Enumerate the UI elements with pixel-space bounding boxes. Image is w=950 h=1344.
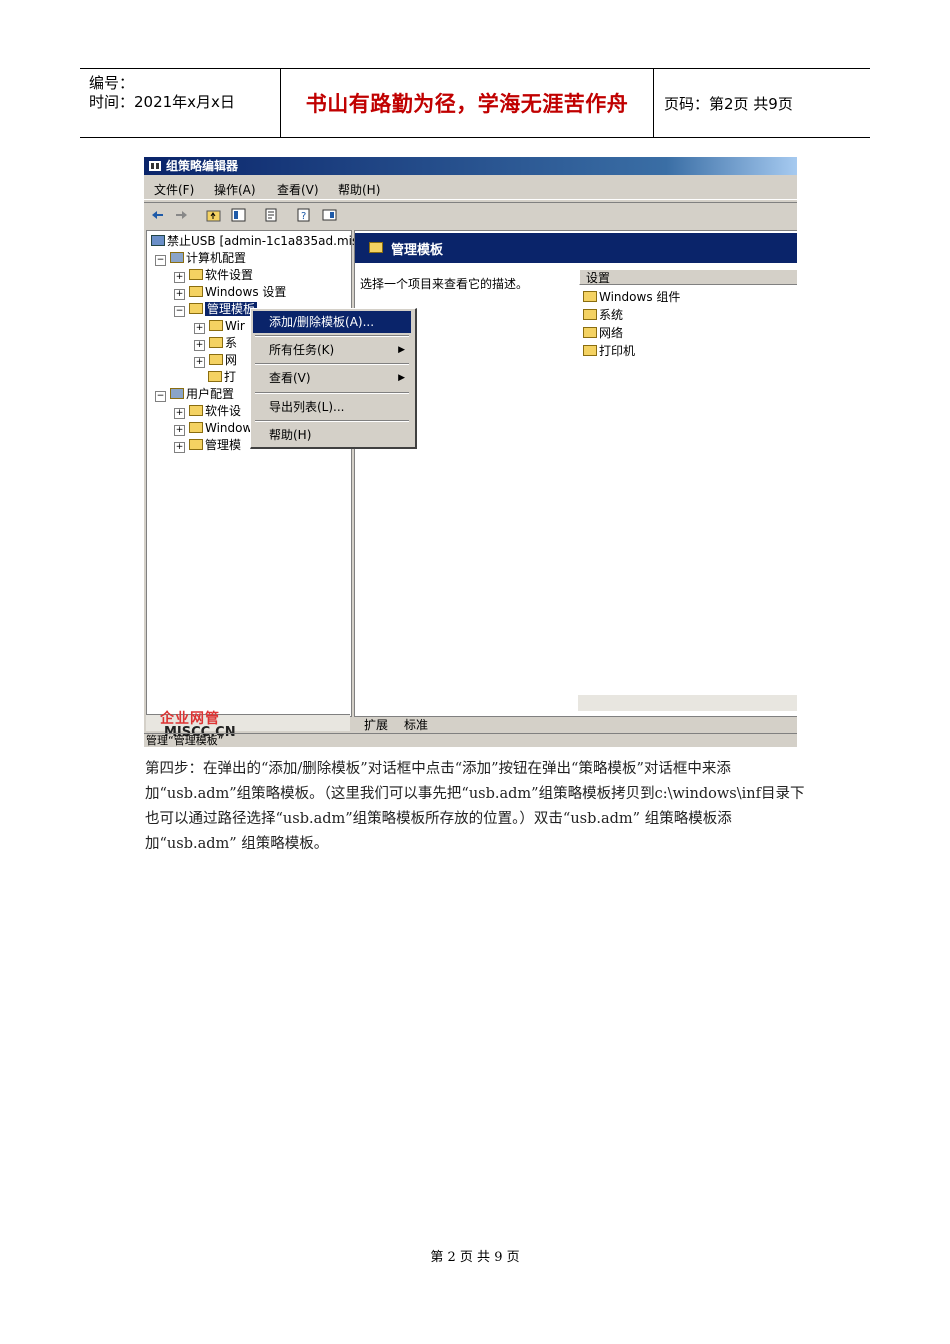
tree-user-admin[interactable]: + 管理模 <box>174 437 241 453</box>
menu-item-add-remove-templates[interactable]: 添加/删除模板(A)... <box>253 311 411 333</box>
policy-app-icon <box>149 161 161 171</box>
tree-windows-settings[interactable]: + Windows 设置 <box>174 284 286 300</box>
tree-computer-config[interactable]: − 计算机配置 <box>155 250 246 266</box>
tree-root[interactable]: 禁止USB [admin-1c1a835ad.mis <box>151 233 358 249</box>
folder-icon <box>189 405 203 416</box>
toolbar: ? <box>144 202 797 227</box>
collapse-icon[interactable]: − <box>155 255 166 266</box>
svg-text:?: ? <box>301 211 306 222</box>
list-item[interactable]: Windows 组件 <box>583 289 680 305</box>
folder-icon <box>583 291 597 302</box>
context-menu: 添加/删除模板(A)... 所有任务(K) ▶ 查看(V) ▶ 导出列表(L)...… <box>250 308 417 449</box>
tree-sub-windows[interactable]: + Wir <box>194 318 245 334</box>
menu-help[interactable]: 帮助(H) <box>338 181 380 198</box>
tab-standard[interactable]: 标准 <box>404 716 428 733</box>
user-icon <box>170 388 184 399</box>
menu-bar: 文件(F) 操作(A) 查看(V) 帮助(H) <box>144 177 797 200</box>
column-header-settings[interactable]: 设置 <box>579 269 797 285</box>
expand-icon[interactable]: + <box>174 289 185 300</box>
menu-item-help[interactable]: 帮助(H) <box>253 424 411 446</box>
expand-icon[interactable]: + <box>194 323 205 334</box>
folder-icon <box>209 337 223 348</box>
status-text: 管理“管理模板” <box>146 734 224 747</box>
console-tree: 禁止USB [admin-1c1a835ad.mis − 计算机配置 + 软件设置 … <box>146 230 358 717</box>
page-footer: 第 2 页 共 9 页 <box>430 1250 520 1265</box>
details-heading: 管理模板 <box>391 243 444 258</box>
menu-item-view[interactable]: 查看(V) ▶ <box>253 367 411 389</box>
menu-separator <box>255 420 409 422</box>
details-horizontal-scrollbar[interactable] <box>578 695 797 711</box>
properties-icon[interactable] <box>321 207 338 223</box>
open-folder-icon <box>189 303 203 314</box>
header-page-cell: 页码：第2页 共9页 <box>654 69 870 137</box>
policy-icon <box>151 235 165 246</box>
window-title: 组策略编辑器 <box>166 159 239 173</box>
tree-sub-network[interactable]: + 网 <box>194 352 237 368</box>
menu-item-export-list[interactable]: 导出列表(L)... <box>253 396 411 418</box>
tree-sub-system[interactable]: + 系 <box>194 335 237 351</box>
window-titlebar[interactable]: 组策略编辑器 <box>144 157 797 175</box>
status-bar: 管理“管理模板” <box>144 733 797 747</box>
tree-user-windows[interactable]: + Window <box>174 420 252 436</box>
view-tabs: 扩展 标准 <box>354 715 797 733</box>
document-number: 编号： <box>89 74 135 92</box>
folder-icon <box>209 320 223 331</box>
submenu-arrow-icon: ▶ <box>398 373 405 383</box>
details-description: 选择一个项目来查看它的描述。 <box>360 277 529 291</box>
export-list-icon[interactable] <box>263 207 280 223</box>
details-pane: 管理模板 选择一个项目来查看它的描述。 设置 Windows 组件 系统 网络 … <box>354 230 797 717</box>
up-folder-icon[interactable] <box>205 207 222 223</box>
header-motto-cell: 书山有路勤为径，学海无涯苦作舟 <box>281 69 654 137</box>
menu-separator <box>255 392 409 394</box>
forward-arrow-icon[interactable] <box>173 207 190 223</box>
expand-icon[interactable]: + <box>194 357 205 368</box>
tab-extended[interactable]: 扩展 <box>364 716 388 733</box>
submenu-arrow-icon: ▶ <box>398 345 405 355</box>
document-time: 时间：2021年x月x日 <box>89 93 235 111</box>
folder-icon <box>189 439 203 450</box>
collapse-icon[interactable]: − <box>174 306 185 317</box>
header-meta-cell: 编号： 时间：2021年x月x日 <box>80 69 281 137</box>
list-item[interactable]: 系统 <box>583 307 623 323</box>
page-header: 编号： 时间：2021年x月x日 书山有路勤为径，学海无涯苦作舟 页码：第2页 … <box>80 68 870 138</box>
menu-view[interactable]: 查看(V) <box>277 181 319 198</box>
expand-icon[interactable]: + <box>174 272 185 283</box>
folder-icon <box>369 242 383 253</box>
folder-icon <box>208 371 222 382</box>
expand-icon[interactable]: + <box>194 340 205 351</box>
expand-icon[interactable]: + <box>174 442 185 453</box>
group-policy-editor-screenshot: 组策略编辑器 文件(F) 操作(A) 查看(V) 帮助(H) ? 禁止USB [… <box>144 157 797 747</box>
tree-admin-templates[interactable]: − 管理模板 <box>174 301 258 317</box>
expand-icon[interactable]: + <box>174 408 185 419</box>
expand-icon[interactable]: + <box>174 425 185 436</box>
tree-user-software[interactable]: + 软件设 <box>174 403 241 419</box>
page-info: 页码：第2页 共9页 <box>664 94 793 113</box>
tree-sub-printer[interactable]: 打 <box>208 369 236 385</box>
folder-icon <box>189 422 203 433</box>
motto: 书山有路勤为径，学海无涯苦作舟 <box>305 91 629 116</box>
tree-user-config[interactable]: − 用户配置 <box>155 386 234 402</box>
list-item[interactable]: 网络 <box>583 325 623 341</box>
show-hide-tree-icon[interactable] <box>230 207 247 223</box>
menu-separator <box>255 363 409 365</box>
folder-icon <box>583 345 597 356</box>
menu-file[interactable]: 文件(F) <box>154 181 194 198</box>
folder-icon <box>189 269 203 280</box>
folder-icon <box>583 309 597 320</box>
back-arrow-icon[interactable] <box>149 207 166 223</box>
menu-action[interactable]: 操作(A) <box>214 181 256 198</box>
folder-icon <box>209 354 223 365</box>
menu-separator <box>255 335 409 337</box>
menu-item-all-tasks[interactable]: 所有任务(K) ▶ <box>253 339 411 361</box>
folder-icon <box>189 286 203 297</box>
help-icon[interactable]: ? <box>296 207 313 223</box>
details-header: 管理模板 <box>355 233 797 263</box>
step-four-paragraph: 第四步：在弹出的“添加/删除模板”对话框中点击“添加”按钮在弹出“策略模板”对话… <box>145 761 805 852</box>
folder-icon <box>583 327 597 338</box>
list-item[interactable]: 打印机 <box>583 343 635 359</box>
collapse-icon[interactable]: − <box>155 391 166 402</box>
computer-icon <box>170 252 184 263</box>
tree-software-settings[interactable]: + 软件设置 <box>174 267 253 283</box>
